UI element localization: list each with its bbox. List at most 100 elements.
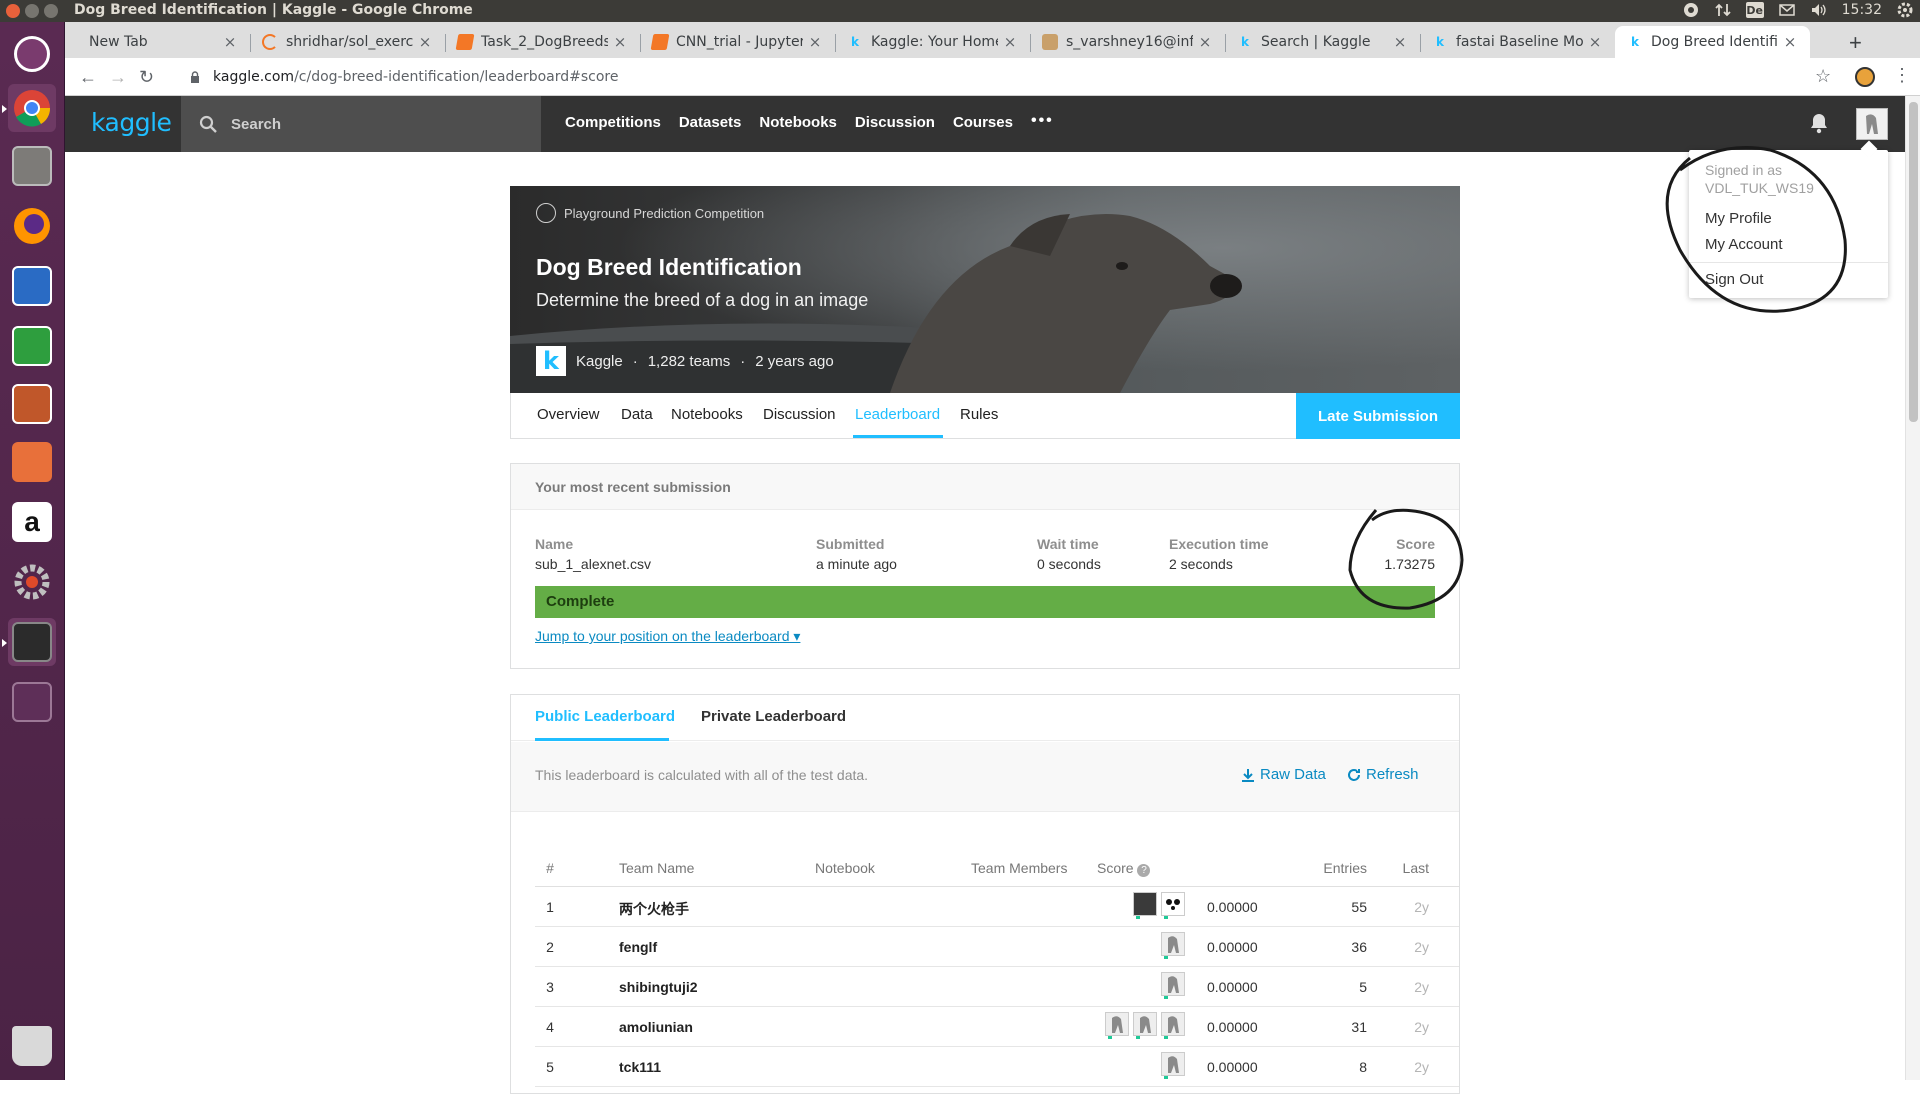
window-maximize-button[interactable] <box>44 4 58 18</box>
close-tab-icon[interactable]: × <box>1782 33 1798 51</box>
recent-submission-header: Your most recent submission <box>511 464 1459 510</box>
menu-sign-out[interactable]: Sign Out <box>1705 271 1763 288</box>
ubuntu-dash-icon[interactable] <box>8 30 56 78</box>
browser-tab[interactable]: shridhar/sol_exerci × <box>250 26 446 58</box>
files-launcher-icon[interactable] <box>8 142 56 190</box>
chrome-tray-icon[interactable] <box>1682 2 1700 18</box>
default-avatar[interactable] <box>1161 1012 1185 1039</box>
close-tab-icon[interactable]: × <box>1002 33 1018 51</box>
tab-data[interactable]: Data <box>621 406 653 423</box>
kaggle-logo[interactable]: kaggle <box>91 108 172 137</box>
writer-launcher-icon[interactable] <box>8 262 56 310</box>
mail-icon[interactable] <box>1778 2 1796 18</box>
default-avatar[interactable] <box>1161 1052 1185 1079</box>
software-center-launcher-icon[interactable] <box>8 438 56 486</box>
chrome-launcher-icon[interactable] <box>2 84 56 132</box>
raw-data-button[interactable]: Raw Data <box>1241 766 1326 783</box>
browser-tab[interactable]: New Tab × <box>65 26 251 58</box>
chrome-menu-icon[interactable]: ⋮ <box>1893 65 1911 86</box>
browser-tab[interactable]: k Search | Kaggle × <box>1225 26 1421 58</box>
forward-button[interactable]: → <box>109 67 127 88</box>
team-name-cell[interactable]: amoliunian <box>619 1019 693 1035</box>
volume-icon[interactable] <box>1810 2 1828 18</box>
default-avatar[interactable] <box>1161 972 1185 999</box>
default-avatar[interactable] <box>1161 932 1185 959</box>
tab-overview[interactable]: Overview <box>537 406 600 423</box>
notifications-bell-icon[interactable] <box>1809 112 1829 134</box>
page-scrollbar[interactable] <box>1905 96 1920 1080</box>
workspace-switcher-icon[interactable] <box>8 678 56 726</box>
tab-notebooks[interactable]: Notebooks <box>671 406 743 423</box>
close-tab-icon[interactable]: × <box>807 33 823 51</box>
default-avatar[interactable] <box>1105 1012 1129 1039</box>
user-avatar-button[interactable] <box>1856 108 1888 140</box>
tab-leaderboard[interactable]: Leaderboard <box>855 406 940 423</box>
close-tab-icon[interactable]: × <box>222 33 238 51</box>
settings-gear-icon[interactable] <box>1896 2 1914 18</box>
default-avatar[interactable] <box>1133 1012 1157 1039</box>
refresh-button[interactable]: Refresh <box>1347 766 1419 783</box>
browser-tab[interactable]: CNN_trial - Jupyter × <box>640 26 836 58</box>
tab-public-leaderboard[interactable]: Public Leaderboard <box>535 708 675 725</box>
kaggle-host-logo-icon[interactable]: k <box>536 346 566 376</box>
dark-avatar[interactable] <box>1133 892 1157 919</box>
close-tab-icon[interactable]: × <box>612 33 628 51</box>
nav-discussion[interactable]: Discussion <box>855 114 935 131</box>
window-close-button[interactable] <box>6 4 20 18</box>
address-bar[interactable]: kaggle.com/c/dog-breed-identification/le… <box>179 62 1819 92</box>
host-name[interactable]: Kaggle <box>576 353 623 370</box>
amazon-launcher-icon[interactable]: a <box>8 498 56 546</box>
recent-submission-card: Your most recent submission Name sub_1_a… <box>510 463 1460 669</box>
keyboard-layout-icon[interactable]: De <box>1745 2 1764 18</box>
site-search[interactable]: Search <box>181 96 541 152</box>
clock[interactable]: 15:32 <box>1842 2 1882 18</box>
nav-competitions[interactable]: Competitions <box>565 114 661 131</box>
team-name-cell[interactable]: 两个火枪手 <box>619 899 689 919</box>
help-icon[interactable]: ? <box>1137 864 1151 877</box>
profile-avatar[interactable] <box>1855 67 1875 87</box>
nav-notebooks[interactable]: Notebooks <box>759 114 837 131</box>
bookmark-star-icon[interactable]: ☆ <box>1815 66 1831 87</box>
back-button[interactable]: ← <box>79 67 97 88</box>
browser-tab[interactable]: k fastai Baseline Moc × <box>1420 26 1616 58</box>
table-row[interactable]: 3 shibingtuji2 0.00000 5 2y <box>535 967 1459 1007</box>
team-name-cell[interactable]: shibingtuji2 <box>619 979 698 995</box>
firefox-launcher-icon[interactable] <box>8 202 56 250</box>
browser-tab[interactable]: k Kaggle: Your Home × <box>835 26 1031 58</box>
late-submission-button[interactable]: Late Submission <box>1296 393 1460 439</box>
leaderboard-card: Public Leaderboard Private Leaderboard T… <box>510 694 1460 1094</box>
browser-tab[interactable]: Task_2_DogBreeds × <box>445 26 641 58</box>
impress-launcher-icon[interactable] <box>8 380 56 428</box>
team-name-cell[interactable]: tck111 <box>619 1059 661 1075</box>
table-row[interactable]: 5 tck111 0.00000 8 2y <box>535 1047 1459 1087</box>
tab-private-leaderboard[interactable]: Private Leaderboard <box>701 708 846 725</box>
nav-datasets[interactable]: Datasets <box>679 114 742 131</box>
close-tab-icon[interactable]: × <box>1392 33 1408 51</box>
menu-my-profile[interactable]: My Profile <box>1705 210 1772 227</box>
table-row[interactable]: 2 fenglf 0.00000 36 2y <box>535 927 1459 967</box>
terminal-launcher-icon[interactable] <box>2 618 56 666</box>
tab-discussion[interactable]: Discussion <box>763 406 836 423</box>
table-row[interactable]: 1 两个火枪手 0.00000 55 2y <box>535 887 1459 927</box>
browser-tab[interactable]: k Dog Breed Identific × <box>1615 26 1810 58</box>
nav-courses[interactable]: Courses <box>953 114 1013 131</box>
jump-to-position-link[interactable]: Jump to your position on the leaderboard… <box>535 628 800 645</box>
close-tab-icon[interactable]: × <box>417 33 433 51</box>
team-name-cell[interactable]: fenglf <box>619 939 657 955</box>
system-settings-launcher-icon[interactable] <box>8 558 56 606</box>
nav-more-icon[interactable]: ••• <box>1031 112 1054 131</box>
trash-launcher-icon[interactable] <box>8 1022 56 1070</box>
table-row[interactable]: 4 amoliunian 0.00000 31 2y <box>535 1007 1459 1047</box>
calc-launcher-icon[interactable] <box>8 322 56 370</box>
window-minimize-button[interactable] <box>25 4 39 18</box>
scrollbar-thumb[interactable] <box>1909 102 1918 422</box>
browser-tab[interactable]: s_varshney16@infc × <box>1030 26 1226 58</box>
network-icon[interactable] <box>1714 2 1732 18</box>
menu-my-account[interactable]: My Account <box>1705 236 1783 253</box>
new-tab-button[interactable]: + <box>1849 30 1862 56</box>
panda-avatar[interactable] <box>1161 892 1185 919</box>
tab-rules[interactable]: Rules <box>960 406 998 423</box>
close-tab-icon[interactable]: × <box>1587 33 1603 51</box>
close-tab-icon[interactable]: × <box>1197 33 1213 51</box>
reload-button[interactable]: ↻ <box>139 67 154 88</box>
